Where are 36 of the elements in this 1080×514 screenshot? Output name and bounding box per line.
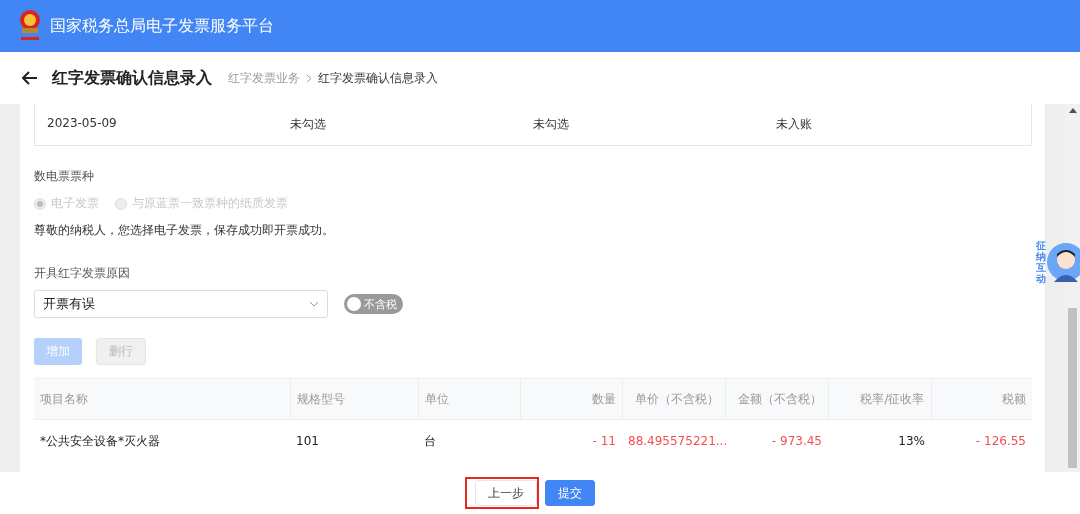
assistant-avatar-icon[interactable] [1046, 242, 1080, 282]
column-header: 金额（不含税） [725, 378, 828, 420]
table-cell: - 11 [520, 419, 622, 462]
column-header: 单位 [418, 378, 520, 420]
tax-toggle[interactable]: 不含税 [344, 294, 403, 314]
column-header: 规格型号 [290, 378, 418, 420]
column-header: 单价（不含税） [622, 378, 725, 420]
chevron-down-icon [309, 301, 319, 307]
info-value: 未入账 [776, 116, 813, 133]
table-cell: - 126.55 [931, 419, 1032, 462]
field-label: 开具红字发票原因 [34, 265, 131, 282]
column-header: 税率/征收率 [828, 378, 931, 420]
column-header: 数量 [520, 378, 622, 420]
table-cell: 台 [418, 419, 520, 462]
table-cell: *公共安全设备*灭火器 [34, 419, 290, 462]
previous-button[interactable]: 上一步 [475, 480, 537, 506]
breadcrumb-link[interactable]: 红字发票业务 [228, 69, 300, 87]
column-header: 税额 [931, 378, 1032, 420]
submit-button[interactable]: 提交 [545, 480, 595, 506]
chevron-right-icon [306, 73, 312, 83]
back-arrow-icon[interactable] [22, 71, 38, 85]
scroll-up-icon[interactable] [1068, 108, 1077, 113]
table-cell: 88.495575221... [622, 419, 725, 462]
page-title: 红字发票确认信息录入 [52, 67, 212, 89]
table-cell: 101 [290, 419, 418, 462]
table-cell: 13% [828, 419, 931, 462]
site-title: 国家税务总局电子发票服务平台 [50, 15, 274, 37]
table-cell: - 973.45 [725, 419, 828, 462]
info-value: 未勾选 [290, 116, 327, 133]
notice-text: 尊敬的纳税人，您选择电子发票，保存成功即开票成功。 [34, 222, 335, 239]
assistant-label[interactable]: 征纳互动 [1036, 240, 1046, 284]
column-header: 项目名称 [34, 378, 290, 420]
info-value: 2023-05-09 [47, 116, 118, 132]
info-value: 未勾选 [533, 116, 570, 133]
reason-dropdown[interactable]: 开票有误 [34, 290, 328, 318]
field-label: 数电票票种 [34, 168, 95, 185]
